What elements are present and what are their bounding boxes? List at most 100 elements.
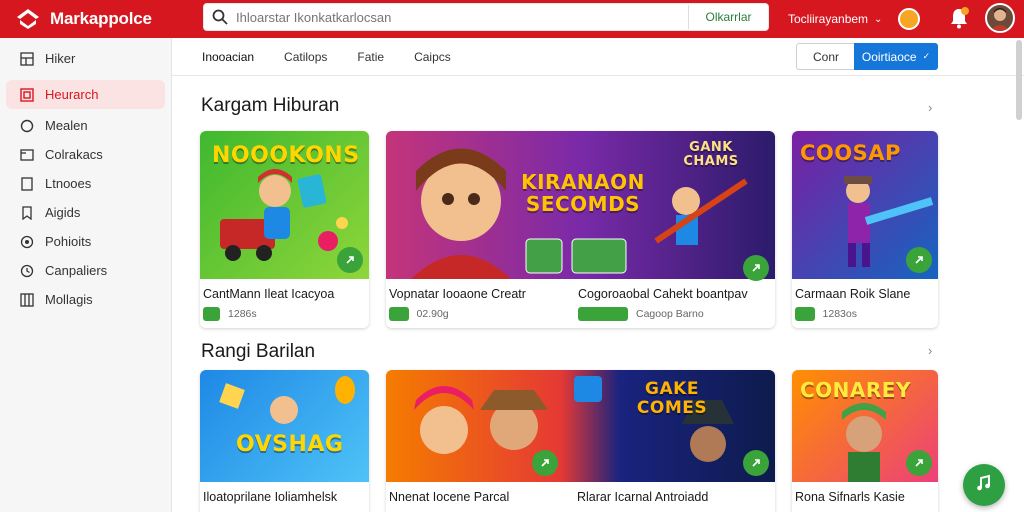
play-icon[interactable]	[906, 247, 932, 273]
notification-icon[interactable]	[948, 6, 970, 30]
card-meta: 02.90g	[389, 307, 574, 321]
search-filter-button[interactable]: Olkarrlar	[688, 5, 768, 29]
primary-button[interactable]: Ooirtiaoce ✓	[854, 43, 938, 70]
secondary-button[interactable]: Conr	[796, 43, 856, 70]
play-icon[interactable]	[906, 450, 932, 476]
grid-icon	[19, 51, 35, 67]
card-title: CantMann Ileat Icacyoa	[203, 287, 335, 301]
tab-inooacian[interactable]: Inooacian	[202, 50, 254, 64]
chevron-down-icon: ⌄	[874, 13, 883, 25]
play-icon[interactable]	[532, 450, 558, 476]
sidebar-item-label: Pohioits	[45, 234, 92, 249]
game-card[interactable]: COOSAP Carmaan Roik Slane 1283os	[792, 131, 938, 328]
search-input[interactable]	[236, 4, 688, 30]
card-title: Vopnatar Iooaone Creatr	[389, 287, 526, 301]
card-title: Rlarar Icarnal Antroiadd	[577, 490, 709, 504]
account-menu[interactable]: Tocliirayanbem ⌄	[788, 12, 882, 26]
section-title: Kargam Hiburan	[201, 95, 340, 116]
card-title: Carmaan Roik Slane	[795, 287, 911, 301]
secondary-button-label: Conr	[812, 49, 839, 64]
primary-button-label: Ooirtiaoce	[861, 49, 917, 64]
game-card[interactable]: CONAREY Rona Sifnarls Kasie	[792, 370, 938, 512]
sidebar-item-aigids[interactable]: Aigids	[6, 198, 165, 227]
card-art-text: CONAREY	[800, 378, 911, 402]
card-title: Iloatoprilane Ioliamhelsk	[203, 490, 338, 504]
grid-icon	[19, 292, 35, 308]
price-badge	[203, 307, 221, 321]
card-art-text: NOOOKONS	[212, 143, 360, 168]
search-bar[interactable]: Olkarrlar	[203, 3, 769, 31]
tab-fatie[interactable]: Fatie	[357, 50, 384, 64]
sidebar-item-label: Heurarch	[45, 87, 99, 102]
play-icon[interactable]	[743, 450, 769, 476]
tab-caipcs[interactable]: Caipcs	[414, 50, 451, 64]
circle-icon	[19, 118, 35, 134]
sidebar-item-canpaliers[interactable]: Canpaliers	[6, 256, 165, 285]
music-note-icon	[975, 474, 993, 497]
app-name: Markappolce	[50, 9, 152, 28]
sidebar-item-label: Canpaliers	[45, 263, 108, 278]
tab-catilops[interactable]: Catilops	[284, 50, 327, 64]
folder-icon	[19, 147, 35, 163]
game-card[interactable]: NOOOKONS CantMann Ileat Icacyoa 1286s	[200, 131, 369, 328]
card-title: Cogoroaobal Cahekt boantpav	[578, 287, 748, 301]
card-artwork: GAKE COMES	[386, 370, 775, 482]
chevron-right-icon[interactable]: ›	[928, 343, 932, 358]
game-card[interactable]: OVSHAG Iloatoprilane Ioliamhelsk	[200, 370, 369, 512]
card-art-text: OVSHAG	[236, 432, 344, 457]
avatar[interactable]	[985, 3, 1015, 33]
card-meta-text: 1283os	[822, 308, 857, 320]
sidebar-item-label: Colrakacs	[45, 147, 103, 162]
card-artwork: COOSAP	[792, 131, 938, 279]
card-artwork: NOOOKONS	[200, 131, 369, 279]
store-icon	[19, 87, 35, 103]
sidebar-item-label: Ltnooes	[45, 176, 92, 191]
sidebar: Hiker Heurarch Mealen Colrakacs Ltnooes …	[0, 38, 172, 512]
sidebar-item-heurarch[interactable]: Heurarch	[6, 80, 165, 109]
tab-bar: Inooacian Catilops Fatie Caipcs Conr Ooi…	[172, 38, 1024, 76]
card-title: Nnenat Iocene Parcal	[389, 490, 510, 504]
chevron-right-icon[interactable]: ›	[928, 100, 932, 115]
account-area: Tocliirayanbem ⌄	[788, 0, 921, 38]
price-badge	[389, 307, 409, 321]
floating-action-button[interactable]	[963, 464, 1005, 506]
play-icon[interactable]	[337, 247, 363, 273]
sidebar-item-label: Hiker	[45, 51, 76, 66]
card-art-subtext: GANK CHAMS	[683, 140, 739, 169]
sidebar-item-mollagis[interactable]: Mollagis	[6, 285, 165, 314]
play-icon[interactable]	[743, 255, 769, 281]
game-card-featured[interactable]: KIRANAON SECOMDS GANK CHAMS Vopnatar Ioo…	[386, 131, 775, 328]
sidebar-item-pohioits[interactable]: Pohioits	[6, 227, 165, 256]
sidebar-item-label: Mealen	[45, 118, 88, 133]
card-meta: 1286s	[203, 307, 369, 321]
price-badge	[578, 307, 628, 321]
square-icon	[19, 176, 35, 192]
sidebar-item-ltnooes[interactable]: Ltnooes	[6, 169, 165, 198]
sidebar-item-hiker[interactable]: Hiker	[6, 44, 165, 73]
target-icon	[19, 234, 35, 250]
coin-icon[interactable]	[898, 8, 921, 30]
price-badge	[795, 307, 815, 321]
game-card-featured[interactable]: GAKE COMES Nnenat Iocene Parcal Rlarar I…	[386, 370, 775, 512]
card-art-text: KIRANAON SECOMDS	[521, 170, 645, 216]
sidebar-item-mealen[interactable]: Mealen	[6, 111, 165, 140]
card-artwork: CONAREY	[792, 370, 938, 482]
app-logo[interactable]: Markappolce	[16, 7, 196, 31]
account-label: Tocliirayanbem	[788, 12, 869, 26]
clock-icon	[19, 263, 35, 279]
card-meta-text: 1286s	[228, 308, 257, 320]
scrollbar[interactable]	[1016, 40, 1022, 120]
search-filter-label: Olkarrlar	[705, 10, 752, 24]
card-meta: Cagoop Barno	[578, 307, 775, 321]
check-icon: ✓	[922, 51, 931, 61]
card-art-text: GAKE COMES	[636, 379, 708, 418]
card-art-text: COOSAP	[800, 141, 901, 165]
card-meta: 1283os	[795, 307, 938, 321]
card-meta-text: 02.90g	[416, 308, 449, 320]
brand-icon	[16, 7, 40, 31]
card-title: Rona Sifnarls Kasie	[795, 490, 905, 504]
section-title: Rangi Barilan	[201, 341, 316, 362]
top-bar: Markappolce Olkarrlar Tocliirayanbem ⌄	[0, 0, 1024, 38]
sidebar-item-colrakacs[interactable]: Colrakacs	[6, 140, 165, 169]
sidebar-item-label: Mollagis	[45, 292, 93, 307]
